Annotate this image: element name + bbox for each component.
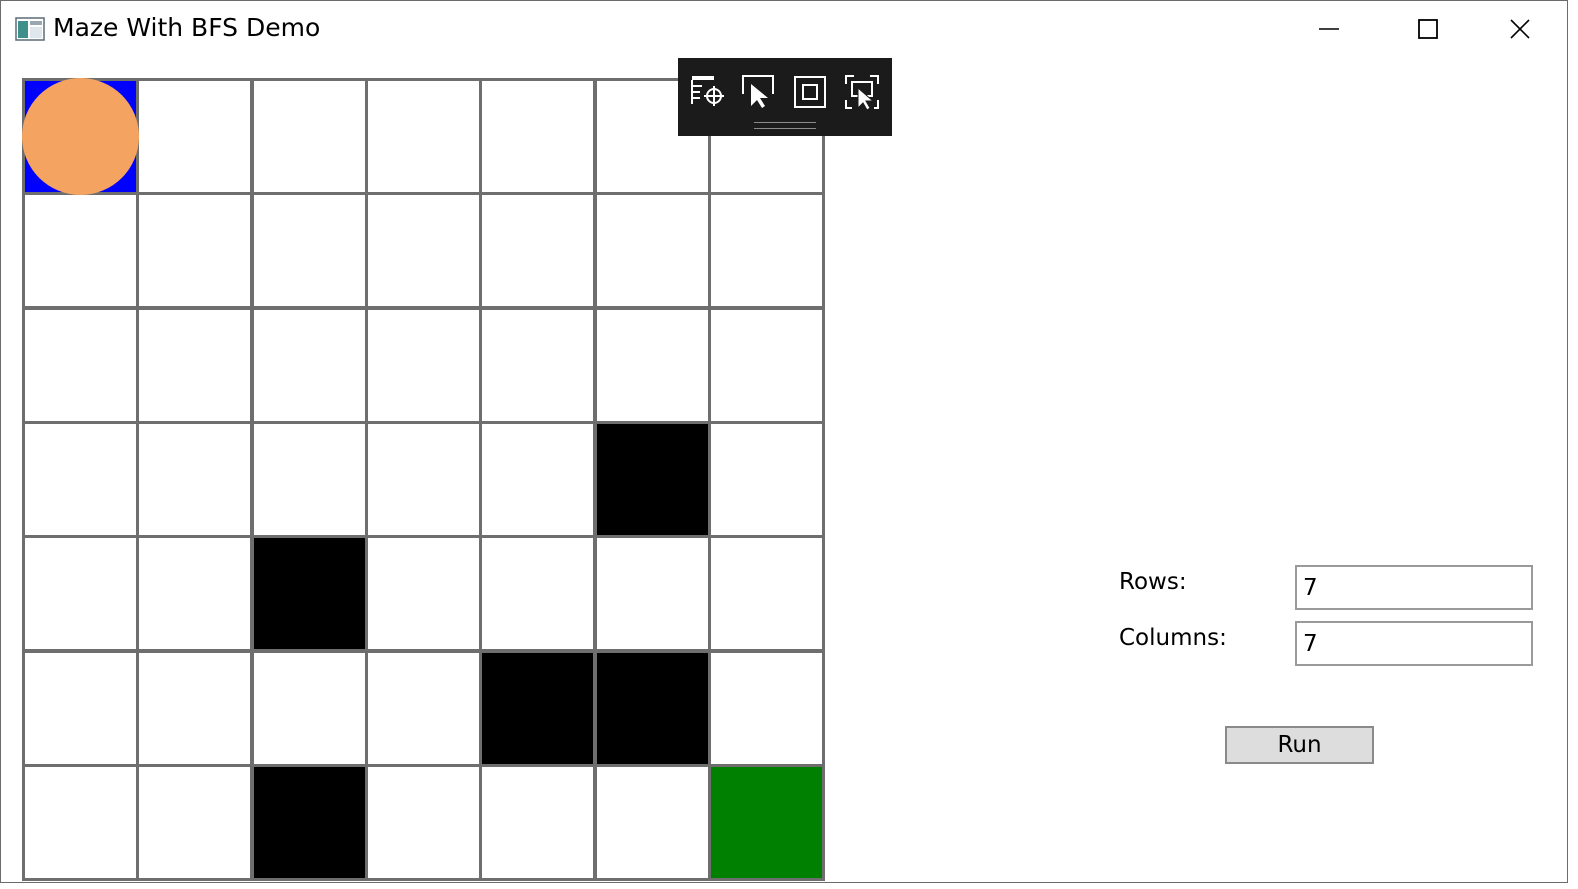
select-element-icon bbox=[691, 76, 724, 106]
track-focused-element-button[interactable] bbox=[842, 72, 882, 112]
maze-cell[interactable] bbox=[365, 650, 482, 767]
maze-cell[interactable] bbox=[365, 421, 482, 538]
close-icon bbox=[1510, 19, 1530, 39]
minimize-icon bbox=[1319, 28, 1339, 30]
select-element-button[interactable] bbox=[688, 72, 728, 112]
maze-cell[interactable] bbox=[479, 307, 596, 424]
maze-cell[interactable] bbox=[251, 192, 368, 309]
maze-grid bbox=[22, 78, 825, 881]
maze-wall-cell[interactable] bbox=[594, 650, 711, 767]
maze-wall-cell[interactable] bbox=[594, 421, 711, 538]
minimize-button[interactable] bbox=[1283, 1, 1375, 57]
maximize-button[interactable] bbox=[1382, 1, 1474, 57]
track-focused-element-icon bbox=[845, 75, 879, 111]
maze-cell[interactable] bbox=[594, 535, 711, 652]
toolbar-drag-handle[interactable] bbox=[754, 122, 816, 129]
maze-cell[interactable] bbox=[479, 192, 596, 309]
maze-cell[interactable] bbox=[136, 192, 253, 309]
maze-cell[interactable] bbox=[594, 764, 711, 881]
select-cursor-button[interactable] bbox=[739, 72, 779, 112]
maze-cell[interactable] bbox=[479, 78, 596, 195]
display-layout-adorners-button[interactable] bbox=[790, 72, 830, 112]
maze-cell[interactable] bbox=[22, 764, 139, 881]
maze-cell[interactable] bbox=[22, 307, 139, 424]
maze-cell[interactable] bbox=[136, 307, 253, 424]
maze-cell[interactable] bbox=[22, 421, 139, 538]
maze-cell[interactable] bbox=[136, 535, 253, 652]
maze-cell[interactable] bbox=[365, 535, 482, 652]
debug-toolbar bbox=[678, 58, 892, 136]
columns-input[interactable] bbox=[1295, 621, 1533, 666]
select-cursor-icon bbox=[742, 75, 774, 108]
maze-cell[interactable] bbox=[251, 78, 368, 195]
maze-wall-cell[interactable] bbox=[251, 535, 368, 652]
maze-cell[interactable] bbox=[136, 650, 253, 767]
rows-input[interactable] bbox=[1295, 565, 1533, 610]
maze-cell[interactable] bbox=[708, 192, 825, 309]
maze-cell[interactable] bbox=[594, 307, 711, 424]
close-button[interactable] bbox=[1474, 1, 1566, 57]
maze-cell[interactable] bbox=[365, 192, 482, 309]
run-button[interactable]: Run bbox=[1225, 726, 1374, 764]
maze-cell[interactable] bbox=[136, 421, 253, 538]
window-title: Maze With BFS Demo bbox=[53, 13, 321, 42]
maze-cell[interactable] bbox=[708, 650, 825, 767]
maze-cell[interactable] bbox=[594, 192, 711, 309]
maze-cell[interactable] bbox=[365, 764, 482, 881]
maze-cell[interactable] bbox=[479, 764, 596, 881]
maze-cell[interactable] bbox=[22, 192, 139, 309]
maze-goal-cell[interactable] bbox=[708, 764, 825, 881]
columns-label: Columns: bbox=[1119, 625, 1227, 651]
maze-cell[interactable] bbox=[251, 421, 368, 538]
maze-cell[interactable] bbox=[479, 421, 596, 538]
maze-cell[interactable] bbox=[365, 307, 482, 424]
maze-cell[interactable] bbox=[136, 764, 253, 881]
rows-label: Rows: bbox=[1119, 569, 1187, 595]
maze-wall-cell[interactable] bbox=[479, 650, 596, 767]
maze-cell[interactable] bbox=[251, 650, 368, 767]
main-window: Maze With BFS Demo Rows: 7 Columns: 7 Ru… bbox=[0, 0, 1568, 883]
maze-cell[interactable] bbox=[22, 650, 139, 767]
app-icon bbox=[15, 17, 45, 41]
maze-cell[interactable] bbox=[479, 535, 596, 652]
maze-cell[interactable] bbox=[136, 78, 253, 195]
title-bar[interactable]: Maze With BFS Demo bbox=[1, 1, 1567, 57]
display-layout-adorners-icon bbox=[794, 76, 826, 108]
maze-cell[interactable] bbox=[251, 307, 368, 424]
maze-cell[interactable] bbox=[708, 535, 825, 652]
maze-cell[interactable] bbox=[708, 421, 825, 538]
maze-agent bbox=[22, 78, 139, 195]
maze-cell[interactable] bbox=[365, 78, 482, 195]
maximize-icon bbox=[1418, 19, 1438, 39]
maze-cell[interactable] bbox=[708, 307, 825, 424]
maze-wall-cell[interactable] bbox=[251, 764, 368, 881]
maze-cell[interactable] bbox=[22, 535, 139, 652]
